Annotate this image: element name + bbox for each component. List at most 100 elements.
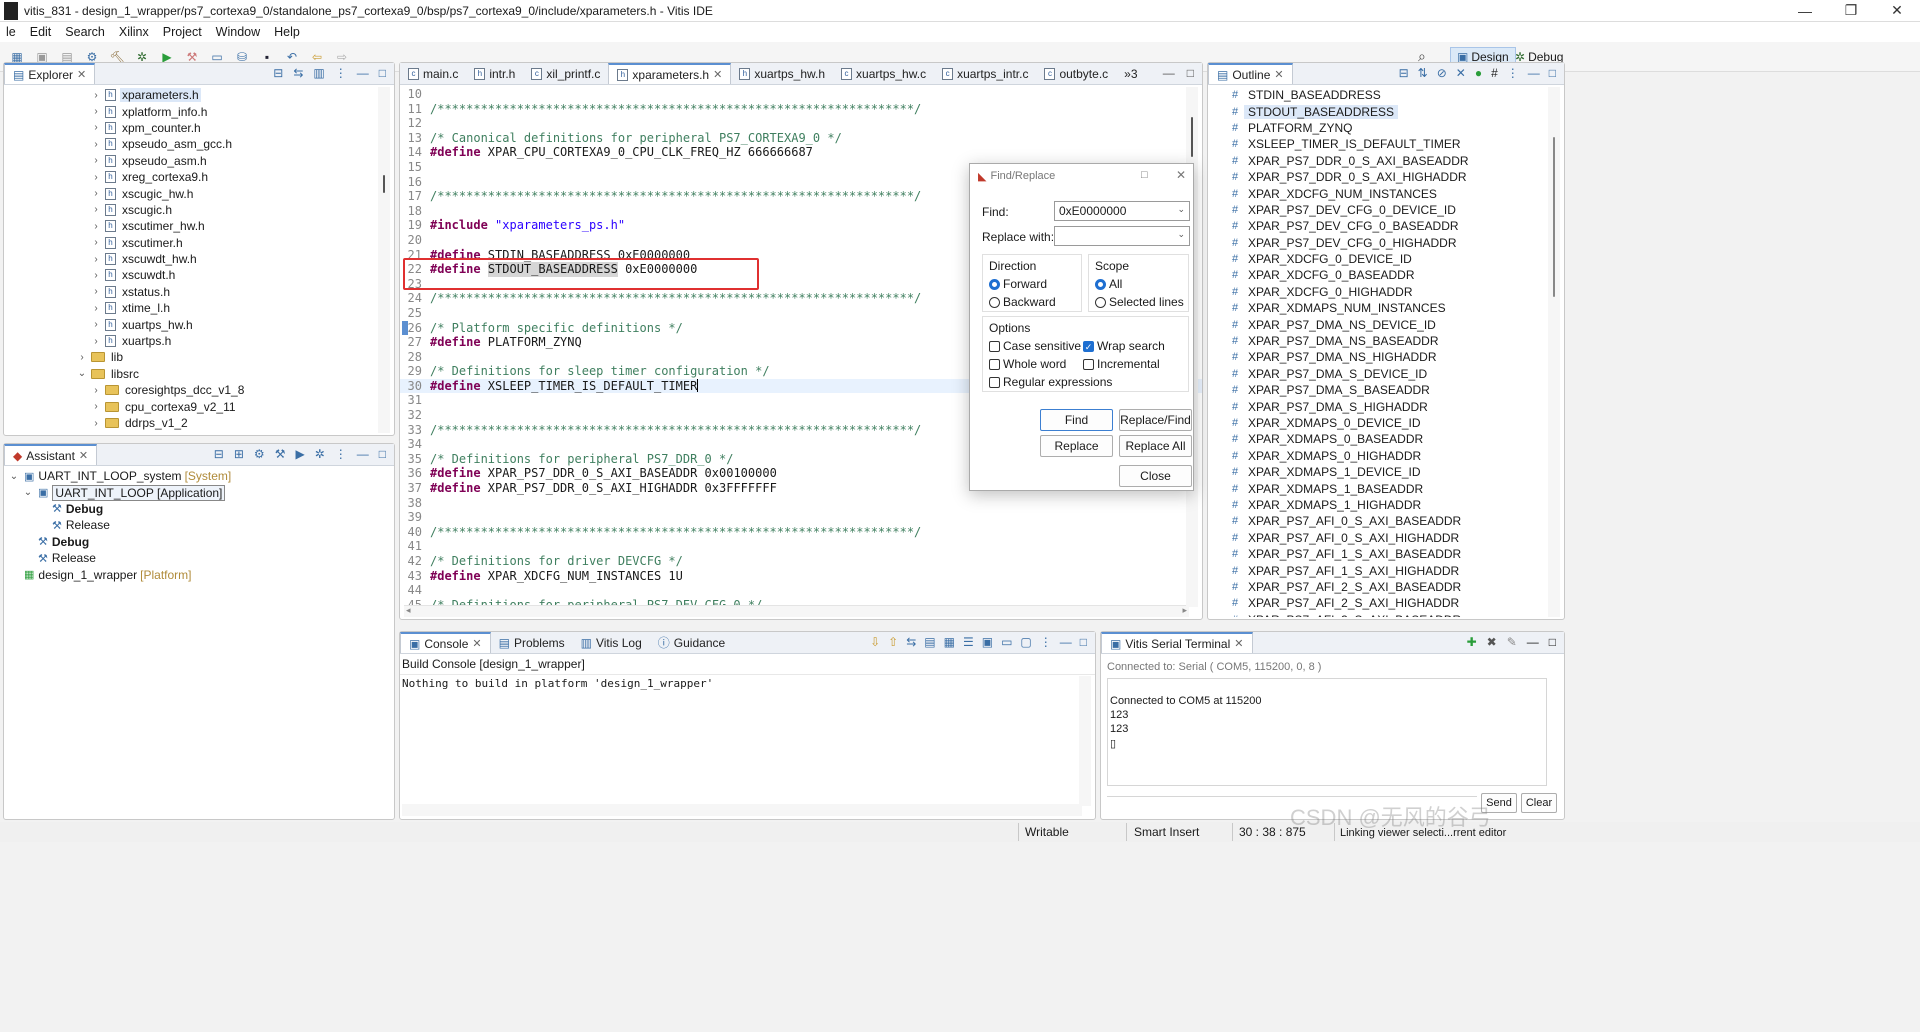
menu-item[interactable]: Project [163,25,202,39]
chevron-icon[interactable]: ⌄ [76,368,88,379]
find-input[interactable]: 0xE0000000 ⌄ [1054,201,1190,221]
outline-item[interactable]: # XPAR_XDMAPS_0_HIGHADDR [1226,448,1564,464]
chevron-icon[interactable]: › [90,385,102,396]
explorer-item[interactable]: › h xscuwdt_hw.h [4,251,394,267]
outline-item[interactable]: # XPAR_PS7_DDR_0_S_AXI_BASEADDR [1226,153,1564,169]
menu-item[interactable]: Window [216,25,260,39]
collapse-all-icon[interactable]: ⊟ [1399,66,1409,80]
outline-item[interactable]: # XPAR_XDMAPS_0_BASEADDR [1226,431,1564,447]
outline-item[interactable]: # XPAR_PS7_DMA_NS_DEVICE_ID [1226,316,1564,332]
tab-overflow[interactable]: »3 [1116,63,1145,84]
outline-item[interactable]: # XPAR_PS7_DDR_0_S_AXI_HIGHADDR [1226,169,1564,185]
menu-item[interactable]: Edit [30,25,52,39]
outline-item[interactable]: # XPAR_XDMAPS_0_DEVICE_ID [1226,415,1564,431]
close-icon[interactable]: ✕ [472,637,481,650]
editor-tab[interactable]: c xuartps_intr.c [934,63,1036,84]
explorer-item[interactable]: › h xscugic_hw.h [4,185,394,201]
chevron-icon[interactable]: › [90,188,102,199]
tab-serial-terminal[interactable]: ▣ Vitis Serial Terminal ✕ [1101,632,1253,653]
explorer-item[interactable]: › h xpseudo_asm.h [4,153,394,169]
outline-item[interactable]: # XPAR_XDCFG_0_DEVICE_ID [1226,251,1564,267]
dialog-close-icon[interactable]: ✕ [1176,168,1186,182]
hide-fields-icon[interactable]: ⊘ [1437,66,1447,80]
outline-item[interactable]: # STDOUT_BASEADDRESS [1226,103,1564,119]
whole-word-checkbox[interactable]: Whole word [989,357,1066,371]
explorer-item[interactable]: › h xplatform_info.h [4,103,394,119]
filter-icon[interactable]: ▥ [313,66,324,80]
chevron-down-icon[interactable]: ⌄ [1177,229,1185,240]
explorer-item[interactable]: › h xreg_cortexa9.h [4,169,394,185]
view-menu-icon[interactable]: ⋮ [335,447,347,461]
chevron-icon[interactable]: ⌄ [22,487,34,498]
chevron-icon[interactable]: › [90,401,102,412]
maximize-view-icon[interactable]: □ [1549,635,1556,649]
sort-icon[interactable]: ⇅ [1418,66,1428,80]
explorer-item[interactable]: › h xscuwdt.h [4,267,394,283]
scroll-up-icon[interactable]: ⇧ [888,635,898,649]
chevron-icon[interactable]: › [90,106,102,117]
outline-item[interactable]: # XPAR_XDCFG_0_BASEADDR [1226,267,1564,283]
outline-item[interactable]: # XPAR_PS7_DMA_S_DEVICE_ID [1226,366,1564,382]
outline-item[interactable]: # XPAR_PS7_AFI_1_S_AXI_BASEADDR [1226,546,1564,562]
editor-tab[interactable]: c main.c [400,63,466,84]
chevron-icon[interactable]: › [90,286,102,297]
open-console-icon[interactable]: ▭ [1001,635,1012,649]
explorer-item[interactable]: › h xscutimer.h [4,235,394,251]
outline-item[interactable]: # XPAR_PS7_AFI_2_S_AXI_BASEADDR [1226,579,1564,595]
menu-item[interactable]: Xilinx [119,25,149,39]
close-icon[interactable]: ✕ [1234,637,1243,650]
replace-find-button[interactable]: Replace/Find [1119,409,1192,431]
chevron-icon[interactable]: › [90,303,102,314]
console-tab[interactable]: ▥ Vitis Log [573,632,650,653]
debug-icon[interactable]: ✲ [315,447,325,461]
editor-tab[interactable]: h xparameters.h ✕ [608,63,732,84]
menu-item[interactable]: le [6,25,16,39]
editor-hscrollbar[interactable]: ◂ ▸ [404,605,1189,617]
minimize-view-icon[interactable]: — [1528,66,1540,80]
hide-nonpublic-icon[interactable]: ● [1475,66,1482,80]
explorer-item[interactable]: › h xuartps.h [4,333,394,349]
minimize-view-icon[interactable]: — [1527,635,1539,649]
assistant-item[interactable]: ⚒ Debug [4,501,394,517]
display-selected-icon[interactable]: ▣ [982,635,993,649]
close-icon[interactable]: ✕ [1274,68,1283,81]
outline-scrollbar[interactable] [1548,87,1560,617]
edit-icon[interactable]: ✎ [1507,635,1517,649]
console-tab[interactable]: ▣ Console ✕ [400,632,491,653]
dialog-maximize-icon[interactable]: □ [1141,169,1148,181]
maximize-view-icon[interactable]: □ [379,66,386,80]
assistant-item[interactable]: ⌄ ▣ UART_INT_LOOP_system [System] [4,468,394,484]
console-tab[interactable]: ▤ Problems [491,632,573,653]
view-menu-icon[interactable]: ⋮ [1507,66,1519,80]
outline-item[interactable]: # XPAR_XDCFG_NUM_INSTANCES [1226,185,1564,201]
chevron-icon[interactable]: › [90,221,102,232]
close-button[interactable]: ✕ [1874,0,1920,22]
outline-item[interactable]: # XPAR_PS7_AFI_2_S_AXI_HIGHADDR [1226,595,1564,611]
hide-static-icon[interactable]: ✕ [1456,66,1466,80]
new-console-icon[interactable]: ▢ [1020,635,1031,649]
outline-item[interactable]: # XPAR_PS7_DMA_NS_BASEADDR [1226,333,1564,349]
close-icon[interactable]: ✕ [77,68,86,81]
outline-item[interactable]: # XPAR_XDMAPS_1_BASEADDR [1226,480,1564,496]
chevron-icon[interactable]: › [90,237,102,248]
minimize-view-icon[interactable]: — [1060,635,1072,649]
tab-explorer[interactable]: ▤ Explorer ✕ [4,63,96,84]
console-output[interactable]: Nothing to build in platform 'design_1_w… [400,675,1095,692]
chevron-icon[interactable]: › [90,139,102,150]
close-icon[interactable]: ✕ [79,449,88,462]
chevron-icon[interactable]: › [90,90,102,101]
explorer-item[interactable]: › h xpm_counter.h [4,120,394,136]
scroll-down-icon[interactable]: ⇩ [870,635,880,649]
chevron-icon[interactable]: › [90,319,102,330]
explorer-item[interactable]: › h xuartps_hw.h [4,316,394,332]
outline-item[interactable]: #XPAR_PS7_AFI_3_S_AXI_BASEADDR [1226,612,1564,617]
console-vscrollbar[interactable] [1079,676,1091,806]
expand-icon[interactable]: ⊞ [234,447,244,461]
explorer-item[interactable]: › coresightps_dcc_v1_8 [4,382,394,398]
chevron-icon[interactable]: › [90,155,102,166]
clear-console-icon[interactable]: ▤ [924,635,935,649]
editor-tab[interactable]: c xuartps_hw.c [833,63,934,84]
minimize-button[interactable]: — [1782,0,1828,22]
chevron-icon[interactable]: › [90,418,102,429]
scroll-lock-icon[interactable]: ⇆ [906,635,916,649]
